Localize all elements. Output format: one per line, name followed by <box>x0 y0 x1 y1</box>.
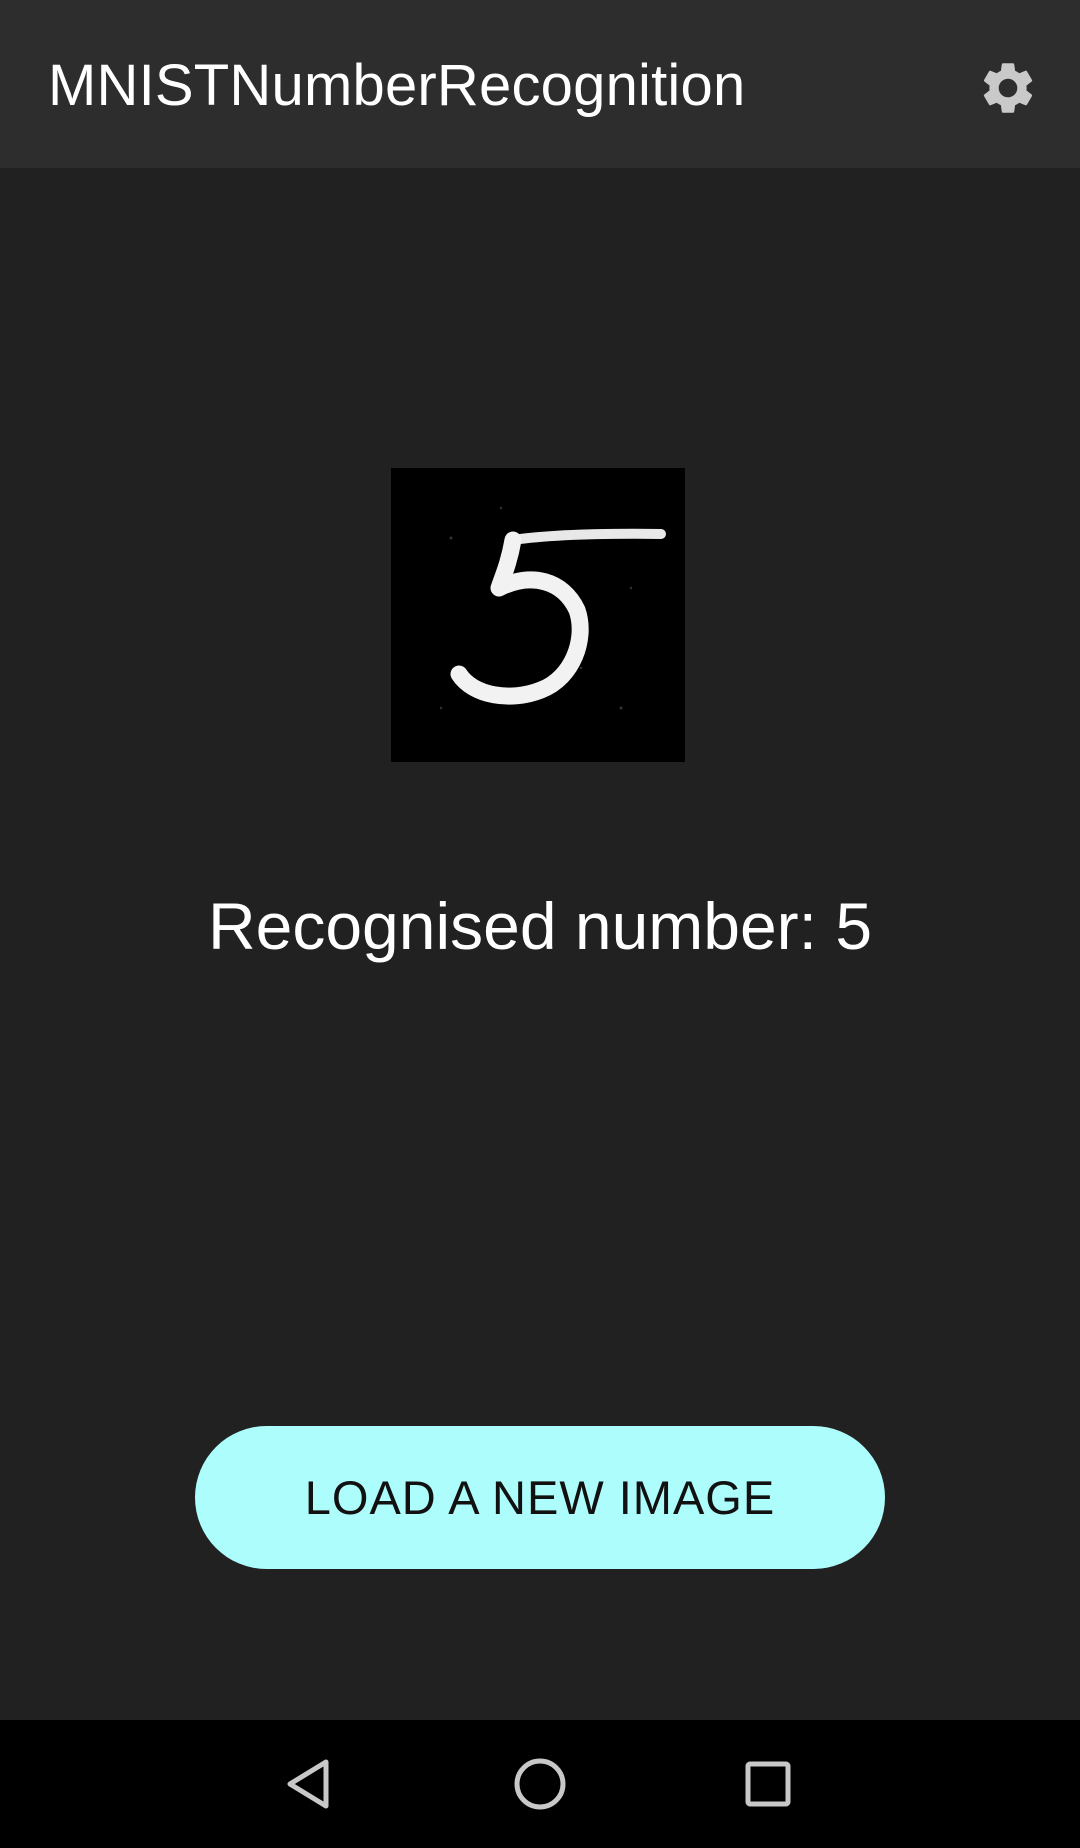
settings-button[interactable] <box>972 52 1044 124</box>
digit-image <box>391 468 685 762</box>
home-button[interactable] <box>500 1744 580 1824</box>
main-content: Recognised number: 5 LOAD A NEW IMAGE <box>0 168 1080 1720</box>
back-button[interactable] <box>268 1744 348 1824</box>
home-circle-icon <box>514 1758 566 1810</box>
app-title: MNISTNumberRecognition <box>48 53 746 118</box>
system-nav-bar <box>0 1720 1080 1848</box>
back-triangle-icon <box>287 1759 329 1809</box>
load-new-image-button[interactable]: LOAD A NEW IMAGE <box>195 1426 885 1569</box>
recents-button[interactable] <box>728 1744 808 1824</box>
handwritten-digit-image <box>391 468 685 762</box>
screen: MNISTNumberRecognition Recognised number… <box>0 0 1080 1848</box>
recents-square-icon <box>745 1761 791 1807</box>
recognised-number-text: Recognised number: 5 <box>207 889 873 963</box>
app-bar: MNISTNumberRecognition <box>0 0 1080 168</box>
gear-icon <box>983 63 1033 113</box>
